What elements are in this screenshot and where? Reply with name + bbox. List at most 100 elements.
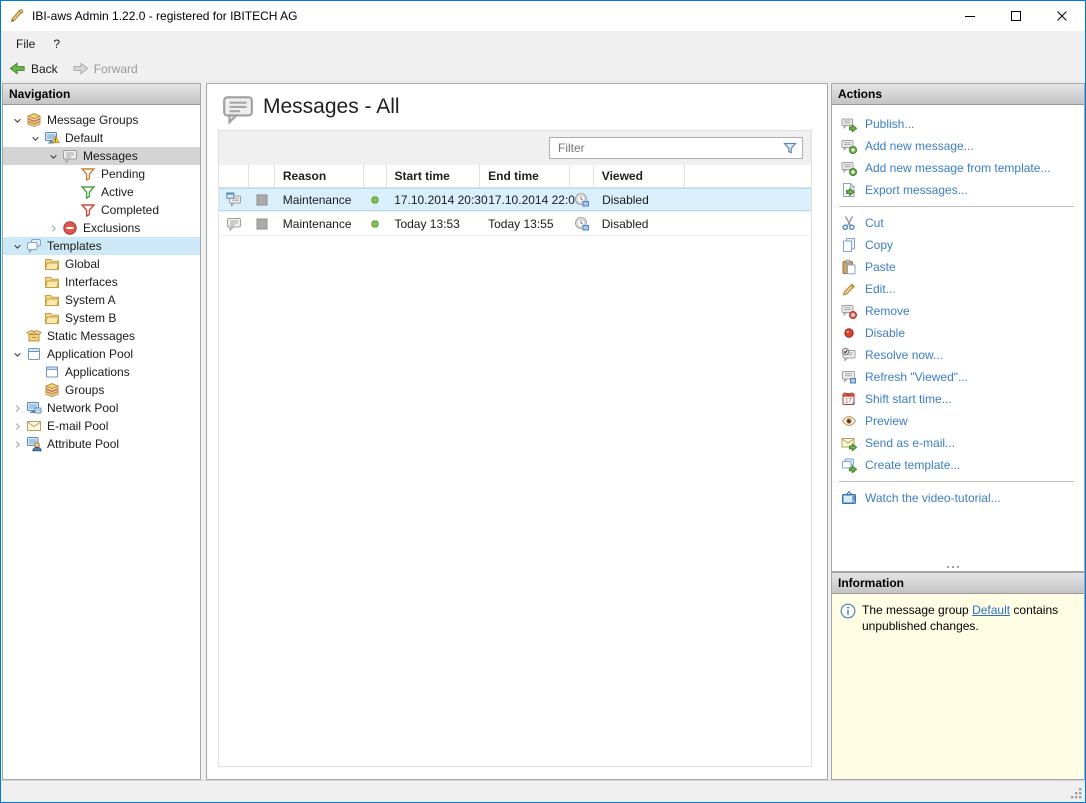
forward-button[interactable]: Forward [72, 60, 138, 77]
minimize-button[interactable] [947, 1, 993, 31]
chevron-down-icon[interactable] [9, 238, 26, 254]
create-template-icon [841, 457, 857, 473]
information-text: The message group Default contains unpub… [862, 603, 1068, 635]
action-label: Watch the video-tutorial... [865, 491, 1001, 505]
cell-reason: Maintenance [282, 192, 352, 207]
minimize-icon [965, 11, 975, 21]
chevron-right-icon[interactable] [9, 400, 26, 416]
default-group-link[interactable]: Default [972, 603, 1010, 617]
no-expander [63, 166, 80, 182]
tree-item-global[interactable]: Global [3, 255, 200, 273]
action-label: Copy [865, 238, 894, 252]
chevron-right-icon[interactable] [45, 220, 62, 236]
action-disable[interactable]: Disable [832, 322, 1084, 344]
filter-funnel-icon[interactable] [782, 140, 798, 156]
action-resolve-now[interactable]: Resolve now... [832, 344, 1084, 366]
chevron-right-icon[interactable] [9, 418, 26, 434]
column-header-reason[interactable]: Reason [275, 165, 364, 187]
table-row[interactable]: Maintenance 17.10.2014 20:30 17.10.2014 22… [219, 188, 811, 212]
action-send-as-e-mail[interactable]: Send as e-mail... [832, 432, 1084, 454]
tree-item-system-b[interactable]: System B [3, 309, 200, 327]
messages-title-icon [221, 92, 255, 126]
cell-reason: Maintenance [282, 216, 352, 231]
app-window: IBI-aws Admin 1.22.0 - registered for IB… [0, 0, 1086, 803]
tree-item-system-a[interactable]: System A [3, 291, 200, 309]
table-row[interactable]: Maintenance Today 13:53 Today 13:55 Disable… [219, 212, 811, 236]
chevron-down-icon[interactable] [45, 148, 62, 164]
tree-item-label: Global [65, 257, 100, 271]
cell-start-time: Today 13:53 [394, 216, 460, 231]
tree-item-label: Pending [101, 167, 146, 181]
tree-item-network-pool[interactable]: Network Pool [3, 399, 200, 417]
tree-item-label: Exclusions [83, 221, 141, 235]
back-button[interactable]: Back [9, 60, 58, 77]
chevron-down-icon[interactable] [9, 112, 26, 128]
tree-item-templates[interactable]: Templates [3, 237, 200, 255]
tree-item-label: Groups [65, 383, 105, 397]
action-create-template[interactable]: Create template... [832, 454, 1084, 476]
tree-item-application-pool[interactable]: Application Pool [3, 345, 200, 363]
tree-item-exclusions[interactable]: Exclusions [3, 219, 200, 237]
tree-item-completed[interactable]: Completed [3, 201, 200, 219]
action-refresh-viewed[interactable]: Refresh "Viewed"... [832, 366, 1084, 388]
column-header-blank-6 [570, 165, 594, 187]
no-expander [27, 274, 44, 290]
column-header-start-time[interactable]: Start time [387, 165, 481, 187]
send-email-icon [841, 435, 857, 451]
action-preview[interactable]: Preview [832, 410, 1084, 432]
window-title: IBI-aws Admin 1.22.0 - registered for IB… [32, 9, 298, 23]
static-messages-icon [26, 328, 42, 344]
action-label: Shift start time... [865, 392, 952, 406]
maximize-button[interactable] [993, 1, 1039, 31]
chevron-down-icon[interactable] [27, 130, 44, 146]
action-add-new-message[interactable]: Add new message... [832, 135, 1084, 157]
folder-icon [44, 310, 60, 326]
close-button[interactable] [1039, 1, 1085, 31]
actions-info-splitter[interactable] [832, 562, 1084, 571]
add-message-icon [841, 138, 857, 154]
no-expander [27, 292, 44, 308]
no-expander [63, 202, 80, 218]
menu-help[interactable]: ? [44, 33, 69, 55]
filter-input[interactable] [550, 141, 782, 155]
action-cut[interactable]: Cut [832, 212, 1084, 234]
column-header-end-time[interactable]: End time [480, 165, 570, 187]
tree-item-static-messages[interactable]: Static Messages [3, 327, 200, 345]
action-shift-start-time[interactable]: 17 Shift start time... [832, 388, 1084, 410]
action-label: Resolve now... [865, 348, 944, 362]
tree-item-groups[interactable]: Groups [3, 381, 200, 399]
tree-item-active[interactable]: Active [3, 183, 200, 201]
tree-item-interfaces[interactable]: Interfaces [3, 273, 200, 291]
viewed-clock-icon [574, 192, 590, 208]
no-expander [9, 328, 26, 344]
tree-item-message-groups[interactable]: Message Groups [3, 111, 200, 129]
action-paste[interactable]: Paste [832, 256, 1084, 278]
action-copy[interactable]: Copy [832, 234, 1084, 256]
tree-item-label: Message Groups [47, 113, 139, 127]
action-label: Disable [865, 326, 906, 340]
cut-icon [841, 215, 857, 231]
menu-file[interactable]: File [7, 33, 44, 55]
viewed-clock-icon [574, 216, 590, 232]
action-export-messages[interactable]: Export messages... [832, 179, 1084, 201]
tree-item-applications[interactable]: Applications [3, 363, 200, 381]
action-watch-the-video-tutorial[interactable]: Watch the video-tutorial... [832, 487, 1084, 509]
action-publish[interactable]: Publish... [832, 113, 1084, 135]
chevron-down-icon[interactable] [9, 346, 26, 362]
column-header-viewed[interactable]: Viewed [594, 165, 686, 187]
action-remove[interactable]: Remove [832, 300, 1084, 322]
tree-item-pending[interactable]: Pending [3, 165, 200, 183]
copy-icon [841, 237, 857, 253]
tree-item-attribute-pool[interactable]: Attribute Pool [3, 435, 200, 453]
action-add-new-message-from-template[interactable]: Add new message from template... [832, 157, 1084, 179]
menu-bar: File? [1, 31, 1085, 56]
tree-item-label: Network Pool [47, 401, 119, 415]
action-label: Add new message... [865, 139, 974, 153]
window-resize-grip[interactable] [1070, 787, 1083, 800]
tree-item-default[interactable]: Default [3, 129, 200, 147]
chevron-right-icon[interactable] [9, 436, 26, 452]
tree-item-messages[interactable]: Messages [3, 147, 200, 165]
tree-item-e-mail-pool[interactable]: E-mail Pool [3, 417, 200, 435]
action-edit[interactable]: Edit... [832, 278, 1084, 300]
preview-icon [841, 413, 857, 429]
